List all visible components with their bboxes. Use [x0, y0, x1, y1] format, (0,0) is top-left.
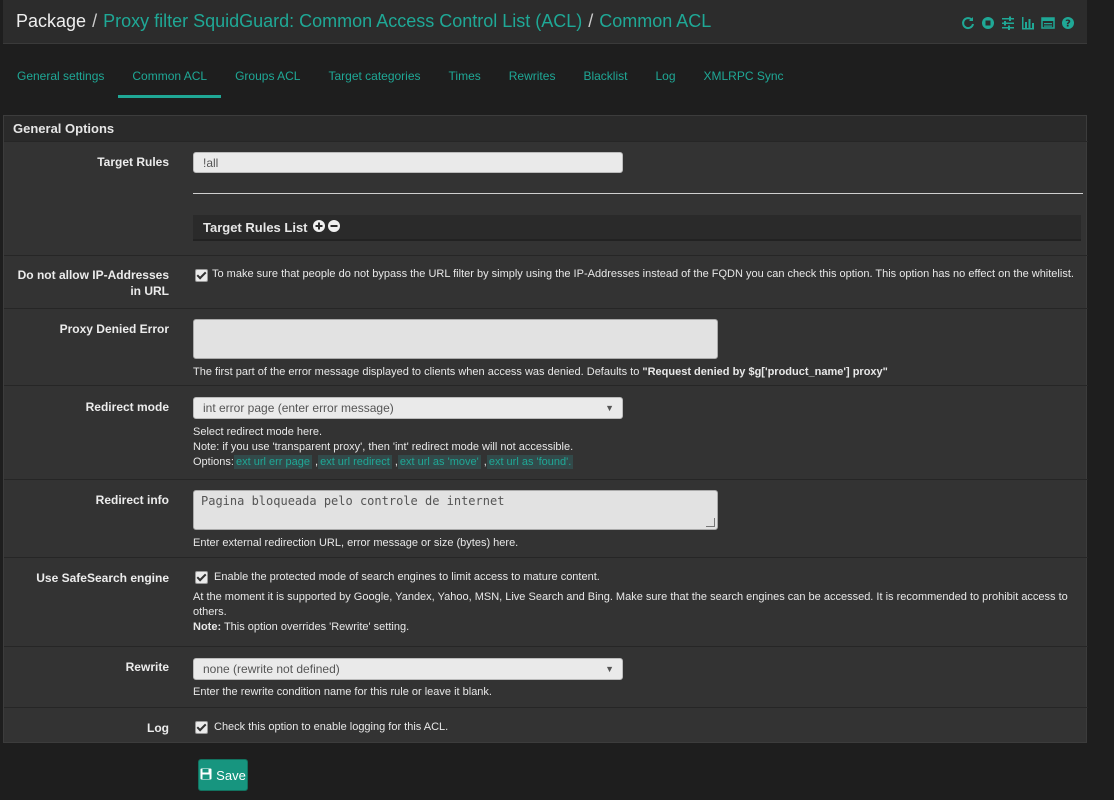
- add-circle-icon[interactable]: [312, 219, 325, 235]
- safesearch-row: Use SafeSearch engine Enable the protect…: [4, 557, 1088, 646]
- rewrite-select[interactable]: none (rewrite not defined) ▼: [193, 658, 623, 680]
- tab-log[interactable]: Log: [641, 62, 689, 98]
- ip-addresses-label: Do not allow IP-Addresses in URL: [17, 268, 169, 298]
- target-rules-label: Target Rules: [97, 155, 169, 169]
- breadcrumb-separator: /: [588, 11, 594, 31]
- page-header: Package / Proxy filter SquidGuard: Commo…: [3, 0, 1087, 44]
- save-button[interactable]: Save: [198, 759, 248, 791]
- save-icon: [200, 768, 212, 783]
- ip-addresses-row: Do not allow IP-Addresses in URL To make…: [4, 255, 1088, 308]
- chart-icon[interactable]: [1021, 16, 1035, 30]
- safesearch-checkbox[interactable]: [195, 570, 208, 584]
- svg-text:?: ?: [1065, 19, 1071, 30]
- settings-icon[interactable]: [1001, 16, 1015, 30]
- redirect-mode-select[interactable]: int error page (enter error message) ▼: [193, 397, 623, 419]
- redirect-info-label: Redirect info: [95, 493, 169, 507]
- proxy-denied-label: Proxy Denied Error: [59, 322, 169, 336]
- proxy-denied-textarea[interactable]: [193, 319, 718, 359]
- safesearch-checkbox-line: Enable the protected mode of search engi…: [193, 570, 1084, 585]
- breadcrumb-package: Package: [16, 11, 87, 31]
- tab-blacklist[interactable]: Blacklist: [569, 62, 641, 98]
- safesearch-note: Note: This option overrides 'Rewrite' se…: [193, 621, 410, 633]
- target-rules-row: Target Rules !all Target Rules List: [4, 141, 1088, 255]
- rewrite-help: Enter the rewrite condition name for thi…: [193, 686, 492, 698]
- ip-addresses-checkbox[interactable]: [195, 269, 208, 282]
- redirect-info-help: Enter external redirection URL, error me…: [193, 537, 519, 549]
- breadcrumb-common-acl[interactable]: Common ACL: [599, 11, 711, 32]
- header-icons: ?: [961, 16, 1075, 30]
- option-ext-url-found[interactable]: ext url as 'found'.: [486, 455, 574, 469]
- tab-common-acl[interactable]: Common ACL: [118, 62, 221, 98]
- refresh-icon[interactable]: [961, 16, 975, 30]
- chevron-down-icon: ▼: [605, 403, 614, 413]
- help-icon[interactable]: ?: [1061, 16, 1075, 30]
- redirect-mode-label: Redirect mode: [85, 400, 169, 414]
- log-checkbox-text: Check this option to enable logging for …: [214, 721, 449, 733]
- tab-target-categories[interactable]: Target categories: [314, 62, 434, 98]
- ip-addresses-help: To make sure that people do not bypass t…: [212, 268, 1074, 280]
- redirect-mode-row: Redirect mode int error page (enter erro…: [4, 385, 1088, 479]
- breadcrumb-squidguard-acl[interactable]: Proxy filter SquidGuard: Common Access C…: [103, 11, 582, 32]
- remove-circle-icon[interactable]: [327, 219, 340, 235]
- redirect-mode-options: Options: ext url err page , ext url redire…: [193, 455, 574, 469]
- log-label: Log: [147, 721, 169, 735]
- list-icon[interactable]: [1041, 16, 1055, 30]
- tab-bar: General settings Common ACL Groups ACL T…: [3, 62, 798, 100]
- target-rules-input[interactable]: !all: [193, 152, 623, 173]
- panel-title: General Options: [4, 116, 1086, 142]
- proxy-denied-help: The first part of the error message disp…: [193, 366, 888, 378]
- log-row: Log Check this option to enable logging …: [4, 707, 1088, 743]
- stop-icon[interactable]: [981, 16, 995, 30]
- breadcrumb-separator: /: [92, 11, 98, 31]
- tab-rewrites[interactable]: Rewrites: [495, 62, 570, 98]
- option-ext-url-move[interactable]: ext url as 'move': [397, 455, 481, 469]
- tab-times[interactable]: Times: [435, 62, 495, 98]
- redirect-mode-note: Note: if you use 'transparent proxy', th…: [193, 441, 574, 453]
- redirect-info-row: Redirect info Pagina bloqueada pelo cont…: [4, 479, 1088, 557]
- option-ext-url-err-page[interactable]: ext url err page: [233, 455, 312, 469]
- proxy-denied-row: Proxy Denied Error The first part of the…: [4, 308, 1088, 385]
- tab-general-settings[interactable]: General settings: [3, 62, 118, 98]
- target-rules-list-header: Target Rules List: [193, 215, 1081, 241]
- tab-xmlrpc-sync[interactable]: XMLRPC Sync: [690, 62, 798, 98]
- chevron-down-icon: ▼: [605, 664, 614, 674]
- redirect-info-textarea[interactable]: Pagina bloqueada pelo controle de intern…: [193, 490, 718, 530]
- rewrite-label: Rewrite: [125, 660, 169, 674]
- log-checkbox-line: Check this option to enable logging for …: [193, 720, 1084, 735]
- log-checkbox[interactable]: [195, 720, 208, 734]
- option-ext-url-redirect[interactable]: ext url redirect: [318, 455, 392, 469]
- save-label: Save: [216, 767, 246, 783]
- safesearch-label: Use SafeSearch engine: [36, 571, 169, 585]
- rewrite-row: Rewrite none (rewrite not defined) ▼ Ente…: [4, 646, 1088, 707]
- safesearch-help: At the moment it is supported by Google,…: [193, 591, 1068, 618]
- general-options-panel: General Options Target Rules !all Target…: [3, 115, 1088, 743]
- redirect-mode-help: Select redirect mode here.: [193, 426, 323, 438]
- tab-groups-acl[interactable]: Groups ACL: [221, 62, 314, 98]
- divider: [193, 193, 1083, 194]
- target-rules-list-title: Target Rules List: [203, 219, 308, 235]
- safesearch-checkbox-text: Enable the protected mode of search engi…: [214, 571, 600, 583]
